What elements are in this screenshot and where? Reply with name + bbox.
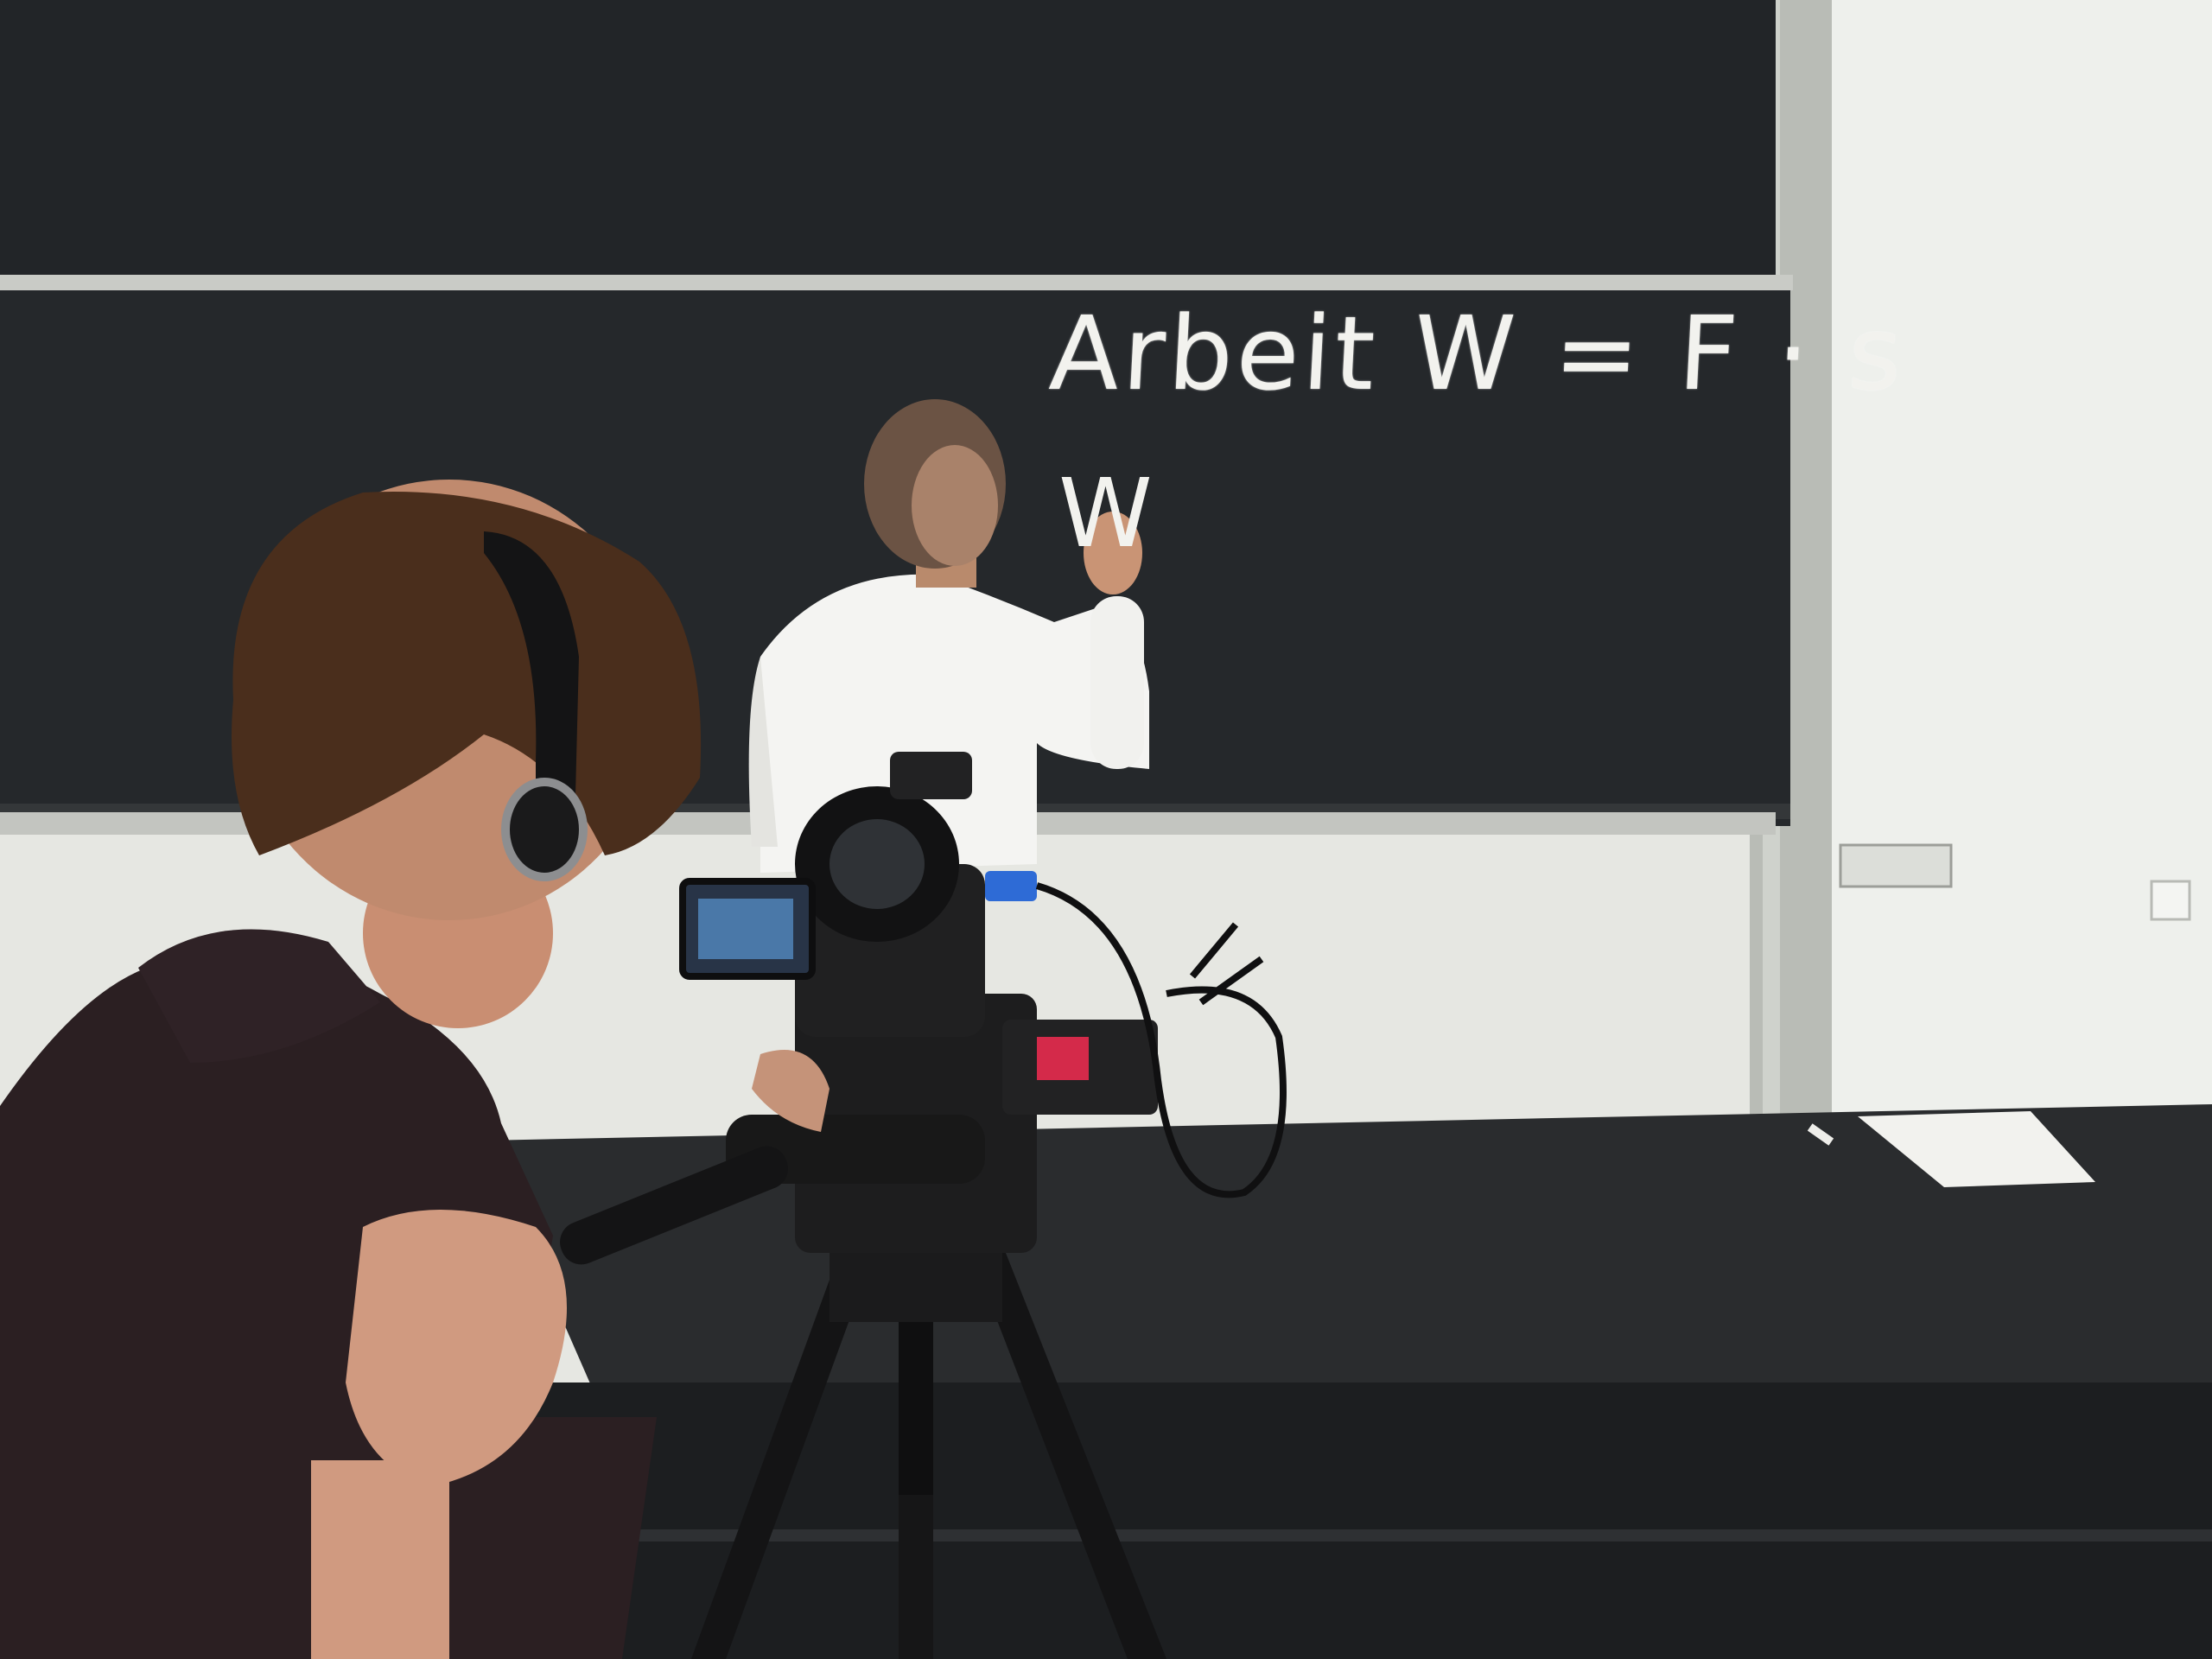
blackboard-formula: Arbeit W = F · s [1046, 294, 1909, 413]
upper-blackboard [0, 0, 1776, 278]
wall-switch-icon [2150, 880, 2191, 921]
classroom-scene [0, 0, 2212, 1659]
blackboard-partial-letter: W [1058, 458, 1156, 569]
lecturer-arm [1090, 596, 1144, 769]
right-wall [1832, 0, 2212, 1115]
board-rail [0, 275, 1793, 290]
board-eraser-holder [1839, 843, 1953, 888]
